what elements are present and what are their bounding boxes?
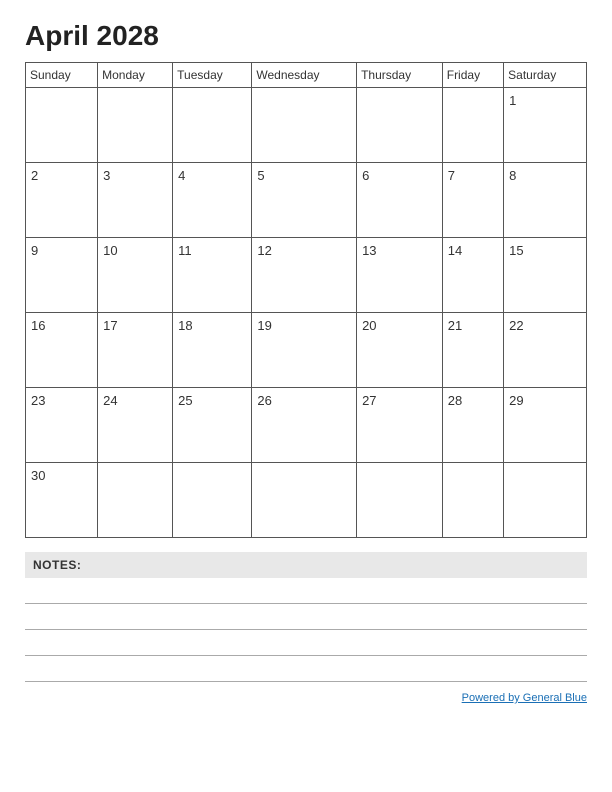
day-number: 30 xyxy=(31,468,45,483)
calendar-week-row: 1 xyxy=(26,88,587,163)
calendar-day-cell xyxy=(98,463,173,538)
day-number: 7 xyxy=(448,168,455,183)
notes-label: NOTES: xyxy=(25,552,587,578)
day-number: 23 xyxy=(31,393,45,408)
calendar-day-cell: 22 xyxy=(504,313,587,388)
calendar-day-cell: 7 xyxy=(442,163,503,238)
day-number: 3 xyxy=(103,168,110,183)
calendar-week-row: 2 3 4 5 6 7 8 xyxy=(26,163,587,238)
day-number: 28 xyxy=(448,393,462,408)
calendar-day-cell: 24 xyxy=(98,388,173,463)
day-number: 19 xyxy=(257,318,271,333)
day-number: 25 xyxy=(178,393,192,408)
calendar-week-row: 16 17 18 19 20 21 22 xyxy=(26,313,587,388)
calendar-week-row: 30 xyxy=(26,463,587,538)
calendar-day-cell xyxy=(442,463,503,538)
day-number: 8 xyxy=(509,168,516,183)
weekday-header-thursday: Thursday xyxy=(357,63,443,88)
page-title: April 2028 xyxy=(25,20,587,52)
powered-by-link[interactable]: Powered by General Blue xyxy=(462,692,587,704)
calendar-day-cell: 23 xyxy=(26,388,98,463)
calendar-day-cell: 16 xyxy=(26,313,98,388)
calendar-day-cell: 18 xyxy=(173,313,252,388)
calendar-day-cell: 2 xyxy=(26,163,98,238)
day-number: 10 xyxy=(103,243,117,258)
calendar-day-cell: 17 xyxy=(98,313,173,388)
calendar-day-cell: 12 xyxy=(252,238,357,313)
day-number: 15 xyxy=(509,243,523,258)
day-number: 13 xyxy=(362,243,376,258)
calendar-day-cell: 25 xyxy=(173,388,252,463)
weekday-header-saturday: Saturday xyxy=(504,63,587,88)
day-number: 22 xyxy=(509,318,523,333)
calendar-day-cell xyxy=(357,463,443,538)
weekday-header-tuesday: Tuesday xyxy=(173,63,252,88)
weekday-header-row: SundayMondayTuesdayWednesdayThursdayFrid… xyxy=(26,63,587,88)
calendar-day-cell xyxy=(504,463,587,538)
notes-line xyxy=(25,578,587,604)
notes-line xyxy=(25,656,587,682)
calendar-day-cell: 5 xyxy=(252,163,357,238)
day-number: 2 xyxy=(31,168,38,183)
day-number: 17 xyxy=(103,318,117,333)
day-number: 6 xyxy=(362,168,369,183)
day-number: 24 xyxy=(103,393,117,408)
calendar-day-cell: 4 xyxy=(173,163,252,238)
calendar-day-cell: 19 xyxy=(252,313,357,388)
day-number: 1 xyxy=(509,93,516,108)
day-number: 11 xyxy=(178,243,192,258)
day-number: 4 xyxy=(178,168,185,183)
calendar-day-cell xyxy=(252,88,357,163)
calendar-week-row: 9 10 11 12 13 14 15 xyxy=(26,238,587,313)
calendar-day-cell xyxy=(252,463,357,538)
day-number: 16 xyxy=(31,318,45,333)
notes-line xyxy=(25,630,587,656)
powered-by: Powered by General Blue xyxy=(25,692,587,704)
calendar-day-cell: 6 xyxy=(357,163,443,238)
weekday-header-sunday: Sunday xyxy=(26,63,98,88)
calendar-week-row: 23 24 25 26 27 28 29 xyxy=(26,388,587,463)
calendar-day-cell: 14 xyxy=(442,238,503,313)
calendar-day-cell: 10 xyxy=(98,238,173,313)
calendar-day-cell xyxy=(357,88,443,163)
calendar-day-cell: 3 xyxy=(98,163,173,238)
calendar-day-cell: 8 xyxy=(504,163,587,238)
calendar-day-cell: 20 xyxy=(357,313,443,388)
weekday-header-friday: Friday xyxy=(442,63,503,88)
calendar-day-cell: 13 xyxy=(357,238,443,313)
notes-line xyxy=(25,604,587,630)
day-number: 5 xyxy=(257,168,264,183)
calendar-day-cell: 30 xyxy=(26,463,98,538)
calendar-day-cell xyxy=(26,88,98,163)
calendar-day-cell: 26 xyxy=(252,388,357,463)
calendar-table: SundayMondayTuesdayWednesdayThursdayFrid… xyxy=(25,62,587,538)
calendar-day-cell: 28 xyxy=(442,388,503,463)
calendar-day-cell: 11 xyxy=(173,238,252,313)
calendar-day-cell: 15 xyxy=(504,238,587,313)
day-number: 29 xyxy=(509,393,523,408)
calendar-day-cell: 1 xyxy=(504,88,587,163)
day-number: 14 xyxy=(448,243,462,258)
weekday-header-monday: Monday xyxy=(98,63,173,88)
day-number: 27 xyxy=(362,393,376,408)
calendar-day-cell xyxy=(173,88,252,163)
day-number: 20 xyxy=(362,318,376,333)
calendar-day-cell: 29 xyxy=(504,388,587,463)
day-number: 12 xyxy=(257,243,271,258)
calendar-day-cell xyxy=(442,88,503,163)
weekday-header-wednesday: Wednesday xyxy=(252,63,357,88)
notes-section: NOTES: xyxy=(25,552,587,682)
calendar-day-cell xyxy=(98,88,173,163)
calendar-day-cell: 21 xyxy=(442,313,503,388)
day-number: 21 xyxy=(448,318,462,333)
calendar-day-cell xyxy=(173,463,252,538)
day-number: 9 xyxy=(31,243,38,258)
day-number: 26 xyxy=(257,393,271,408)
calendar-day-cell: 9 xyxy=(26,238,98,313)
calendar-day-cell: 27 xyxy=(357,388,443,463)
day-number: 18 xyxy=(178,318,192,333)
